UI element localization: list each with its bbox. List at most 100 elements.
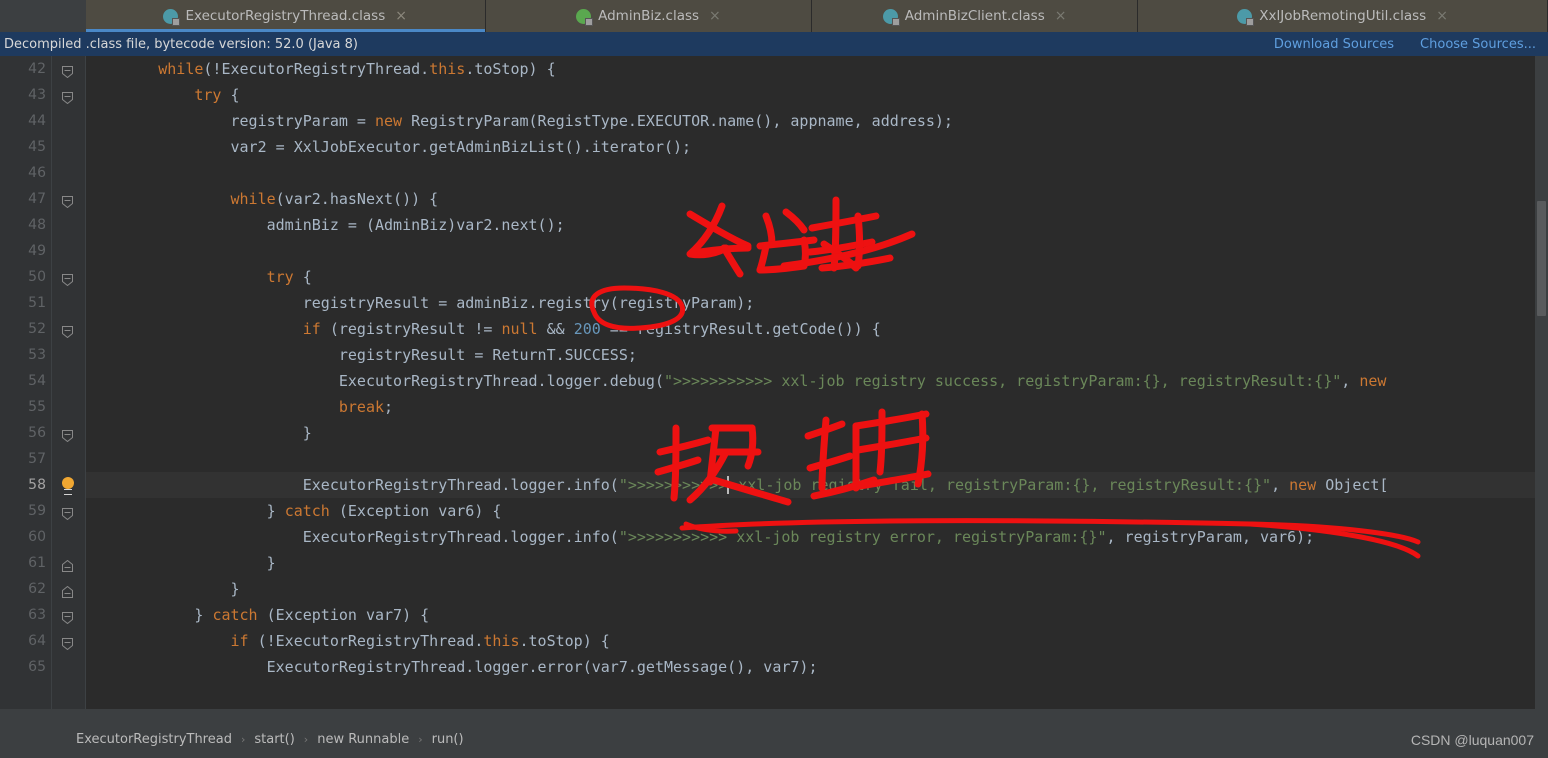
code-fold-collapse-icon[interactable] [62, 89, 73, 105]
code-line-text: registryResult = adminBiz.registry(regis… [86, 294, 755, 312]
code-line-text: while(var2.hasNext()) { [230, 190, 439, 208]
code-line[interactable] [86, 446, 1548, 472]
code-fold-collapse-icon[interactable] [62, 63, 73, 79]
code-line-text: } [86, 424, 312, 442]
code-line[interactable]: while(var2.hasNext()) { [86, 186, 1548, 212]
code-line[interactable]: if (!ExecutorRegistryThread.this.toStop)… [86, 628, 1548, 654]
vertical-scrollbar[interactable] [1535, 56, 1548, 709]
tab-executorregistrythread[interactable]: ExecutorRegistryThread.class × [85, 0, 486, 32]
line-number: 57 [28, 451, 46, 467]
code-line[interactable]: ExecutorRegistryThread.logger.info(">>>>… [86, 472, 1548, 498]
code-line[interactable]: } [86, 550, 1548, 576]
tab-close-icon[interactable]: × [1436, 9, 1448, 23]
code-fold-collapse-icon[interactable] [62, 505, 73, 521]
code-line[interactable]: registryResult = adminBiz.registry(regis… [86, 290, 1548, 316]
line-number: 56 [28, 425, 46, 441]
code-line-text: registryResult = ReturnT.SUCCESS; [86, 346, 637, 364]
tab-adminbiz[interactable]: AdminBiz.class × [485, 0, 813, 32]
code-line-text: ExecutorRegistryThread.logger.info(">>>>… [86, 528, 1315, 546]
tab-label: ExecutorRegistryThread.class [185, 8, 386, 24]
line-number: 59 [28, 503, 46, 519]
code-line[interactable]: break; [86, 394, 1548, 420]
intention-lightbulb-icon[interactable] [62, 477, 74, 495]
breadcrumb: ExecutorRegistryThread › start() › new R… [0, 720, 1548, 758]
code-line-text: } catch (Exception var7) { [86, 606, 430, 624]
code-line[interactable] [86, 160, 1548, 186]
code-fold-collapse-icon[interactable] [62, 609, 73, 625]
code-fold-expand-icon[interactable] [62, 557, 73, 572]
line-number: 63 [28, 607, 46, 623]
code-fold-collapse-icon[interactable] [62, 323, 73, 339]
csdn-watermark: CSDN @luquan007 [1410, 732, 1534, 748]
line-number: 54 [28, 373, 46, 389]
code-line-text: registryParam = new RegistryParam(Regist… [86, 112, 953, 130]
code-line[interactable]: } [86, 576, 1548, 602]
code-line-text: var2 = XxlJobExecutor.getAdminBizList().… [86, 138, 692, 156]
breadcrumb-item-runnable[interactable]: new Runnable [317, 732, 409, 747]
java-class-icon [1237, 8, 1255, 26]
code-editor[interactable]: 42 43 44 45 46 47 48 49 50 51 52 53 54 55 56 57 58 59 60 61… [0, 56, 1548, 709]
tab-adminbizclient[interactable]: AdminBizClient.class × [812, 0, 1139, 32]
idea-window: ExecutorRegistryThread.class × AdminBiz.… [0, 0, 1548, 758]
line-number: 65 [28, 659, 46, 675]
line-number: 50 [28, 269, 46, 285]
code-line[interactable]: ExecutorRegistryThread.logger.error(var7… [86, 654, 1548, 680]
code-line-text: } catch (Exception var6) { [86, 502, 502, 520]
code-line[interactable]: } catch (Exception var7) { [86, 602, 1548, 628]
code-line[interactable]: adminBiz = (AdminBiz)var2.next(); [86, 212, 1548, 238]
line-number: 62 [28, 581, 46, 597]
code-line[interactable] [86, 238, 1548, 264]
tab-close-icon[interactable]: × [709, 9, 721, 23]
code-line[interactable]: var2 = XxlJobExecutor.getAdminBizList().… [86, 134, 1548, 160]
editor-tab-bar: ExecutorRegistryThread.class × AdminBiz.… [0, 0, 1548, 32]
tab-xxljobremotingutil[interactable]: XxlJobRemotingUtil.class × [1138, 0, 1548, 32]
decompiled-notice-text: Decompiled .class file, bytecode version… [4, 36, 358, 52]
code-line-text: if (!ExecutorRegistryThread.this.toStop)… [230, 632, 610, 650]
breadcrumb-item-class[interactable]: ExecutorRegistryThread [76, 732, 232, 747]
breadcrumb-item-run[interactable]: run() [432, 732, 464, 747]
code-line-text: try { [266, 268, 312, 286]
code-line-text: break; [338, 398, 394, 416]
code-line[interactable]: } catch (Exception var6) { [86, 498, 1548, 524]
tab-bar-spacer [0, 0, 86, 32]
code-fold-collapse-icon[interactable] [62, 635, 73, 651]
line-number: 58 [28, 477, 46, 493]
tab-close-icon[interactable]: × [1055, 9, 1067, 23]
java-interface-icon [576, 8, 594, 26]
code-line[interactable]: while(!ExecutorRegistryThread.this.toSto… [86, 56, 1548, 82]
code-fold-collapse-icon[interactable] [62, 193, 73, 209]
code-fold-collapse-icon[interactable] [62, 427, 73, 443]
line-number: 43 [28, 87, 46, 103]
line-number: 52 [28, 321, 46, 337]
code-line[interactable]: try { [86, 82, 1548, 108]
code-fold-collapse-icon[interactable] [62, 271, 73, 287]
code-line[interactable]: } [86, 420, 1548, 446]
breadcrumb-separator-icon: › [303, 732, 309, 746]
line-number: 61 [28, 555, 46, 571]
download-sources-link[interactable]: Download Sources [1274, 37, 1394, 52]
code-line[interactable]: ExecutorRegistryThread.logger.debug(">>>… [86, 368, 1548, 394]
line-number: 47 [28, 191, 46, 207]
code-fold-expand-icon[interactable] [62, 583, 73, 598]
code-line[interactable]: registryParam = new RegistryParam(Regist… [86, 108, 1548, 134]
code-line-text: adminBiz = (AdminBiz)var2.next(); [86, 216, 565, 234]
breadcrumb-item-method[interactable]: start() [254, 732, 294, 747]
line-number: 48 [28, 217, 46, 233]
choose-sources-link[interactable]: Choose Sources... [1420, 37, 1536, 52]
tab-close-icon[interactable]: × [395, 9, 407, 23]
code-lines-container[interactable]: while(!ExecutorRegistryThread.this.toSto… [86, 56, 1548, 709]
line-number: 55 [28, 399, 46, 415]
tab-label: XxlJobRemotingUtil.class [1259, 8, 1427, 24]
line-number: 51 [28, 295, 46, 311]
code-line[interactable]: try { [86, 264, 1548, 290]
vertical-scrollbar-thumb[interactable] [1537, 201, 1546, 316]
java-class-icon [882, 8, 900, 26]
editor-gutter[interactable]: 42 43 44 45 46 47 48 49 50 51 52 53 54 55 56 57 58 59 60 61… [0, 56, 86, 709]
line-number: 53 [28, 347, 46, 363]
breadcrumb-separator-icon: › [240, 732, 246, 746]
code-line[interactable]: ExecutorRegistryThread.logger.info(">>>>… [86, 524, 1548, 550]
code-line[interactable]: registryResult = ReturnT.SUCCESS; [86, 342, 1548, 368]
code-line-text: ExecutorRegistryThread.logger.info(">>>>… [86, 476, 1389, 494]
code-line-text: ExecutorRegistryThread.logger.debug(">>>… [86, 372, 1387, 390]
code-line[interactable]: if (registryResult != null && 200 == reg… [86, 316, 1548, 342]
